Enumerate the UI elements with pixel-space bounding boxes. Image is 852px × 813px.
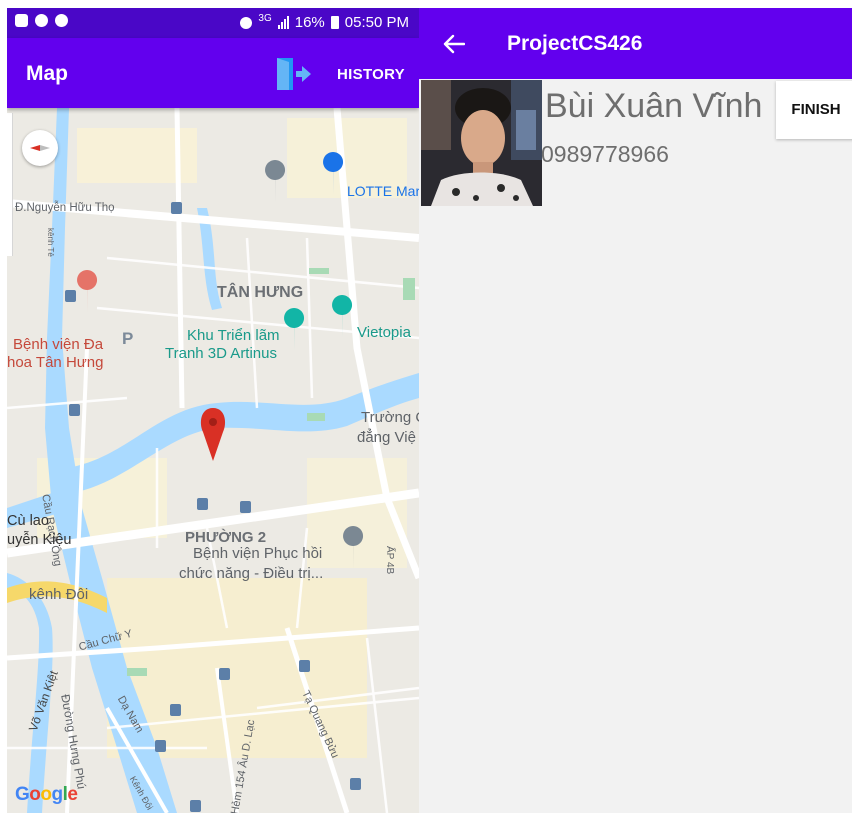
facebook-icon: [35, 14, 48, 27]
map-label: PHƯỜNG 2: [185, 529, 267, 546]
back-arrow-icon[interactable]: [443, 34, 465, 54]
status-bar: 3G 16% 05:50 PM: [7, 8, 419, 38]
map-label: Vietopia: [357, 324, 411, 341]
map-label: Cù lao: [7, 513, 49, 529]
logout-door-icon[interactable]: [275, 55, 313, 93]
map-label: kênh Tẻ: [46, 228, 55, 257]
network-type: 3G: [258, 13, 272, 24]
side-drawer-handle[interactable]: [7, 113, 13, 256]
map-app-bar: Map HISTORY: [7, 38, 419, 108]
battery-level: 16%: [294, 14, 325, 31]
messenger-icon: [55, 14, 68, 27]
battery-icon: [330, 16, 339, 29]
detail-screen: ProjectCS426 Bùi Xuân Vĩnh 0989778966 FI…: [419, 8, 852, 813]
map-label: chức năng - Điều trị...: [179, 565, 324, 582]
map-label: đẳng Việ: [357, 429, 416, 446]
map-label: Khu Triển lãm: [187, 327, 280, 344]
map-label: uyễn Kiệu: [7, 532, 72, 548]
map-label: TÂN HƯNG: [217, 284, 304, 301]
gallery-icon: [15, 14, 28, 27]
detail-app-bar: ProjectCS426: [419, 8, 852, 79]
history-button[interactable]: HISTORY: [337, 66, 405, 83]
app-title: ProjectCS426: [507, 32, 643, 55]
avatar: [421, 80, 542, 206]
parking-label: P: [122, 329, 134, 348]
google-logo: Google: [15, 784, 78, 805]
map-label: Bệnh viện Đa: [13, 336, 104, 353]
map-label: hoa Tân Hưng: [7, 354, 104, 371]
signal-icon: [277, 16, 289, 29]
user-phone: 0989778966: [541, 141, 669, 167]
map-label: LOTTE Mar: [347, 183, 419, 199]
status-time: 05:50 PM: [344, 14, 409, 31]
finish-button[interactable]: FINISH: [776, 81, 852, 139]
map-label: Bệnh viện Phục hồi: [193, 545, 323, 562]
map-label: Tranh 3D Artinus: [165, 345, 277, 362]
compass-icon[interactable]: [22, 130, 58, 166]
map-screen: 3G 16% 05:50 PM Map HISTORY Đ.Nguyễn Hữu…: [7, 8, 419, 813]
alarm-icon: [240, 16, 253, 29]
map-title: Map: [26, 62, 68, 85]
user-name: Bùi Xuân Vĩnh: [545, 87, 763, 125]
map-label: kênh Đôi: [29, 586, 89, 603]
map-label: Trường C: [361, 409, 419, 426]
map-label: ẤP 4B: [384, 546, 395, 575]
map-label: Đ.Nguyễn Hữu Thọ: [15, 202, 115, 214]
map-view[interactable]: Đ.Nguyễn Hữu Thọ LOTTE Mar TÂN HƯNG Bệnh…: [7, 108, 419, 813]
